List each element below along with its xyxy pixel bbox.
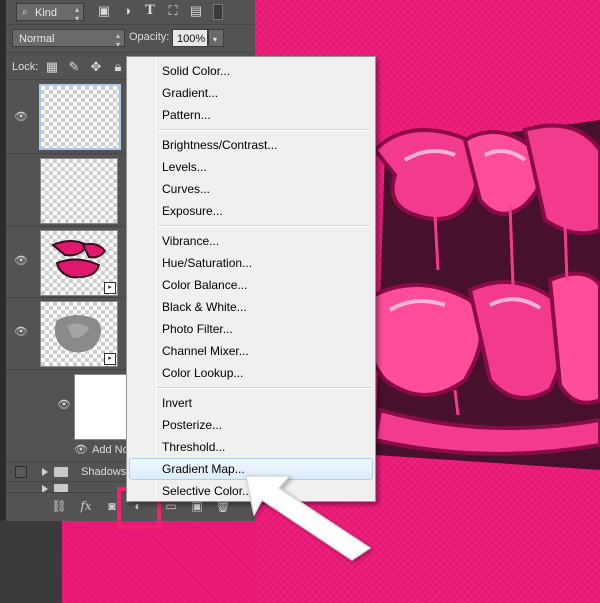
- mask-thumbnail: [74, 374, 130, 440]
- menu-item-channel-mixer[interactable]: Channel Mixer...: [129, 340, 373, 362]
- adjustment-layer-menu: Solid Color... Gradient... Pattern... Br…: [126, 56, 376, 502]
- menu-item-threshold[interactable]: Threshold...: [129, 436, 373, 458]
- type-filter-icon[interactable]: T: [142, 3, 158, 19]
- image-filter-icon[interactable]: ▣: [96, 3, 112, 19]
- document-canvas-lower: [62, 520, 257, 603]
- menu-item-posterize[interactable]: Posterize...: [129, 414, 373, 436]
- menu-item-selective-color[interactable]: Selective Color...: [129, 480, 373, 502]
- link-icon[interactable]: ⛓︎: [51, 498, 67, 514]
- lock-transparency-icon[interactable]: ▦: [44, 59, 60, 75]
- group-name: Shadows: [81, 466, 127, 478]
- menu-separator: [157, 129, 371, 131]
- menu-item-brightness-contrast[interactable]: Brightness/Contrast...: [129, 134, 373, 156]
- menu-item-hue-saturation[interactable]: Hue/Saturation...: [129, 252, 373, 274]
- lock-pixels-icon[interactable]: ✎: [66, 59, 82, 75]
- menu-item-gradient[interactable]: Gradient...: [129, 82, 373, 104]
- menu-item-vibrance[interactable]: Vibrance...: [129, 230, 373, 252]
- adjustment-filter-icon[interactable]: ◑: [119, 3, 135, 19]
- blend-row: Normal ▴ ▾ Opacity: 100% ▾: [6, 24, 255, 51]
- menu-item-gradient-map[interactable]: Gradient Map...: [129, 458, 373, 480]
- expand-triangle-icon[interactable]: [42, 468, 48, 476]
- chevron-down-icon: ▾: [213, 35, 218, 44]
- menu-item-solid-color[interactable]: Solid Color...: [129, 60, 373, 82]
- menu-item-color-balance[interactable]: Color Balance...: [129, 274, 373, 296]
- lock-label: Lock:: [12, 61, 39, 73]
- layer-thumbnail: ▸: [40, 301, 118, 367]
- eye-icon[interactable]: 👁︎: [73, 442, 89, 458]
- menu-item-curves[interactable]: Curves...: [129, 178, 373, 200]
- shape-filter-icon[interactable]: ⛶: [165, 3, 181, 19]
- filter-toggle-icon[interactable]: [213, 4, 223, 20]
- folder-icon: [54, 484, 68, 492]
- menu-item-black-white[interactable]: Black & White...: [129, 296, 373, 318]
- workspace-background: [0, 520, 62, 603]
- opacity-value: 100%: [177, 33, 206, 45]
- eye-icon[interactable]: 👁︎: [13, 324, 29, 340]
- menu-item-color-lookup[interactable]: Color Lookup...: [129, 362, 373, 384]
- layer-name: Add No: [92, 444, 129, 456]
- layer-thumbnail: [39, 84, 121, 150]
- updown-icon: ▴ ▾: [115, 31, 120, 49]
- filter-row: ⌕ Kind ▴ ▾ ▣ ◑ T ⛶ ▤: [6, 0, 255, 24]
- fx-icon[interactable]: fx: [78, 498, 94, 514]
- filter-kind-select[interactable]: ⌕ Kind ▴ ▾: [16, 3, 84, 23]
- search-icon: ⌕: [22, 7, 28, 18]
- smart-object-filter-icon[interactable]: ▤: [188, 3, 204, 19]
- smart-object-badge-icon: ▸: [104, 353, 116, 365]
- opacity-label: Opacity:: [129, 31, 170, 43]
- blend-mode-value: Normal: [19, 33, 55, 45]
- visibility-checkbox[interactable]: [15, 466, 27, 478]
- layer-thumbnail: ▸: [40, 230, 118, 296]
- lock-all-icon[interactable]: 🔒︎: [110, 59, 126, 75]
- opacity-dropdown-button[interactable]: ▾: [208, 29, 224, 47]
- updown-icon: ▴ ▾: [74, 5, 79, 23]
- filter-kind-label: Kind: [35, 7, 58, 19]
- menu-item-levels[interactable]: Levels...: [129, 156, 373, 178]
- menu-item-photo-filter[interactable]: Photo Filter...: [129, 318, 373, 340]
- menu-item-exposure[interactable]: Exposure...: [129, 200, 373, 222]
- opacity-input[interactable]: 100%: [172, 29, 208, 47]
- blend-mode-select[interactable]: Normal ▴ ▾: [12, 29, 125, 49]
- eye-icon[interactable]: 👁︎: [56, 397, 72, 413]
- lock-position-icon[interactable]: ✥: [88, 59, 104, 75]
- eye-icon[interactable]: 👁︎: [13, 253, 29, 269]
- menu-separator: [157, 387, 371, 389]
- eye-icon[interactable]: 👁︎: [13, 109, 29, 125]
- smart-object-badge-icon: ▸: [104, 282, 116, 294]
- folder-icon: [54, 467, 68, 477]
- layer-thumbnail: [40, 158, 118, 224]
- menu-item-pattern[interactable]: Pattern...: [129, 104, 373, 126]
- menu-separator: [157, 225, 371, 227]
- menu-item-invert[interactable]: Invert: [129, 392, 373, 414]
